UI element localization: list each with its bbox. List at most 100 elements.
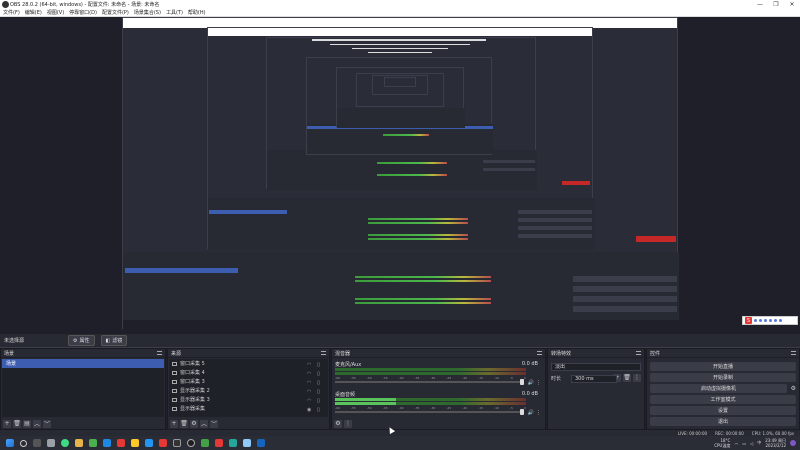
- notification-icon[interactable]: [790, 440, 796, 446]
- exit-button[interactable]: 退出: [650, 417, 796, 426]
- visibility-icon[interactable]: ◠: [307, 398, 312, 404]
- move-up-button[interactable]: ︿: [200, 419, 208, 428]
- menu-tools[interactable]: 工具(T): [166, 9, 183, 16]
- clock[interactable]: 23:49 周日 2023/2/12: [765, 438, 786, 448]
- app-icon[interactable]: [103, 439, 111, 447]
- lock-icon[interactable]: ▯: [317, 380, 322, 386]
- ime-dot-icon[interactable]: [754, 319, 757, 322]
- remove-source-button[interactable]: 🗑: [180, 419, 188, 428]
- studio-mode-button[interactable]: 工作室模式: [650, 395, 796, 404]
- move-up-button[interactable]: ︿: [33, 419, 41, 428]
- menu-view[interactable]: 视图(V): [47, 9, 64, 16]
- obs-taskbar-icon[interactable]: [187, 439, 195, 447]
- ime-dot-icon[interactable]: [779, 319, 782, 322]
- add-source-button[interactable]: +: [170, 419, 178, 428]
- list-item[interactable]: 显示器采集 2 ◠ ▯: [169, 386, 328, 395]
- move-down-button[interactable]: ﹀: [43, 419, 51, 428]
- ime-dot-icon[interactable]: [764, 319, 767, 322]
- windows-start-icon[interactable]: [6, 439, 14, 447]
- menu-profile[interactable]: 配置文件(P): [102, 9, 129, 16]
- scene-item[interactable]: 场景: [2, 359, 164, 368]
- visibility-icon[interactable]: ◠: [307, 362, 312, 368]
- terminal-icon[interactable]: [173, 439, 181, 447]
- list-item[interactable]: 窗口采集 3 ◠ ▯: [169, 377, 328, 386]
- virtual-camera-settings-icon[interactable]: ⚙: [791, 385, 796, 392]
- app-icon[interactable]: [201, 439, 209, 447]
- list-item[interactable]: 显示器采集 ◉ ▯: [169, 404, 328, 413]
- volume-slider[interactable]: [335, 409, 524, 415]
- ime-dot-icon[interactable]: [769, 319, 772, 322]
- menu-help[interactable]: 帮助(H): [188, 9, 206, 16]
- remove-scene-button[interactable]: 🗑: [13, 419, 21, 428]
- menu-edit[interactable]: 编辑(E): [25, 9, 42, 16]
- ime-toolbar[interactable]: S: [742, 316, 798, 325]
- dock-menu-icon[interactable]: [791, 351, 796, 355]
- app-icon[interactable]: [47, 439, 55, 447]
- dock-menu-icon[interactable]: [157, 351, 162, 355]
- advanced-audio-button[interactable]: ⚙: [334, 419, 342, 428]
- list-item[interactable]: 窗口采集 5 ◠ ▯: [169, 359, 328, 368]
- dock-menu-icon[interactable]: [636, 351, 641, 355]
- list-item[interactable]: 窗口采集 4 ◠ ▯: [169, 368, 328, 377]
- slider-handle[interactable]: [520, 379, 524, 385]
- transition-select[interactable]: 淡出: [551, 362, 641, 371]
- chevron-up-icon[interactable]: ︿: [734, 440, 738, 446]
- slider-handle[interactable]: [520, 409, 524, 415]
- app-icon[interactable]: [159, 439, 167, 447]
- filter-scene-button[interactable]: ▤: [23, 419, 31, 428]
- move-down-button[interactable]: ﹀: [210, 419, 218, 428]
- weather-widget[interactable]: 18°C CPU温度: [714, 438, 730, 448]
- settings-button[interactable]: 设置: [650, 406, 796, 415]
- remove-transition-button[interactable]: 🗑: [623, 373, 631, 382]
- filters-button[interactable]: ◧ 滤镜: [100, 335, 128, 346]
- search-icon[interactable]: [20, 439, 27, 447]
- add-scene-button[interactable]: +: [3, 419, 11, 428]
- app-icon[interactable]: [229, 439, 237, 447]
- visibility-icon[interactable]: ◠: [307, 380, 312, 386]
- properties-button[interactable]: ⚙ 属性: [68, 335, 95, 346]
- minimize-button[interactable]: —: [752, 0, 768, 9]
- lock-icon[interactable]: ▯: [317, 371, 322, 377]
- app-icon[interactable]: [75, 439, 83, 447]
- ime-lang[interactable]: 中: [757, 440, 761, 446]
- lock-icon[interactable]: ▯: [317, 407, 322, 413]
- folder-icon[interactable]: [131, 439, 139, 447]
- app-icon[interactable]: [215, 439, 223, 447]
- visibility-icon[interactable]: ◉: [307, 407, 312, 413]
- ime-dot-icon[interactable]: [774, 319, 777, 322]
- menu-scene-collection[interactable]: 场景集合(S): [134, 9, 161, 16]
- app-icon[interactable]: [145, 439, 153, 447]
- app-icon[interactable]: [257, 439, 265, 447]
- duration-input[interactable]: 300 ms: [571, 374, 617, 383]
- start-recording-button[interactable]: 开始录制: [650, 373, 796, 382]
- close-button[interactable]: ✕: [784, 0, 800, 9]
- app-icon[interactable]: [89, 439, 97, 447]
- app-icon[interactable]: [61, 439, 69, 447]
- more-icon[interactable]: ⋮: [536, 380, 541, 386]
- virtual-camera-button[interactable]: 启动虚拟摄像机: [650, 384, 787, 393]
- mixer-menu-button[interactable]: ⋮: [344, 419, 352, 428]
- app-icon[interactable]: [117, 439, 125, 447]
- visibility-icon[interactable]: ◠: [307, 371, 312, 377]
- source-properties-button[interactable]: ⚙: [190, 419, 198, 428]
- sogou-ime-icon[interactable]: S: [745, 317, 752, 324]
- volume-slider[interactable]: [335, 379, 524, 385]
- menu-docks[interactable]: 停靠窗口(D): [69, 9, 97, 16]
- more-icon[interactable]: ⋮: [536, 410, 541, 416]
- preview-canvas[interactable]: [0, 17, 800, 334]
- speaker-icon[interactable]: 🔊: [528, 410, 534, 416]
- transition-menu-button[interactable]: ⋮: [633, 373, 641, 382]
- maximize-button[interactable]: ❐: [768, 0, 784, 9]
- list-item[interactable]: 显示器采集 3 ◠ ▯: [169, 395, 328, 404]
- lock-icon[interactable]: ▯: [317, 389, 322, 395]
- steam-icon[interactable]: [243, 439, 251, 447]
- lock-icon[interactable]: ▯: [317, 398, 322, 404]
- ime-dot-icon[interactable]: [759, 319, 762, 322]
- menu-file[interactable]: 文件(F): [3, 9, 20, 16]
- network-icon[interactable]: ▭: [742, 441, 746, 446]
- speaker-icon[interactable]: 🔊: [528, 380, 534, 386]
- start-streaming-button[interactable]: 开始直播: [650, 362, 796, 371]
- lock-icon[interactable]: ▯: [317, 362, 322, 368]
- dock-menu-icon[interactable]: [321, 351, 326, 355]
- visibility-icon[interactable]: ◠: [307, 389, 312, 395]
